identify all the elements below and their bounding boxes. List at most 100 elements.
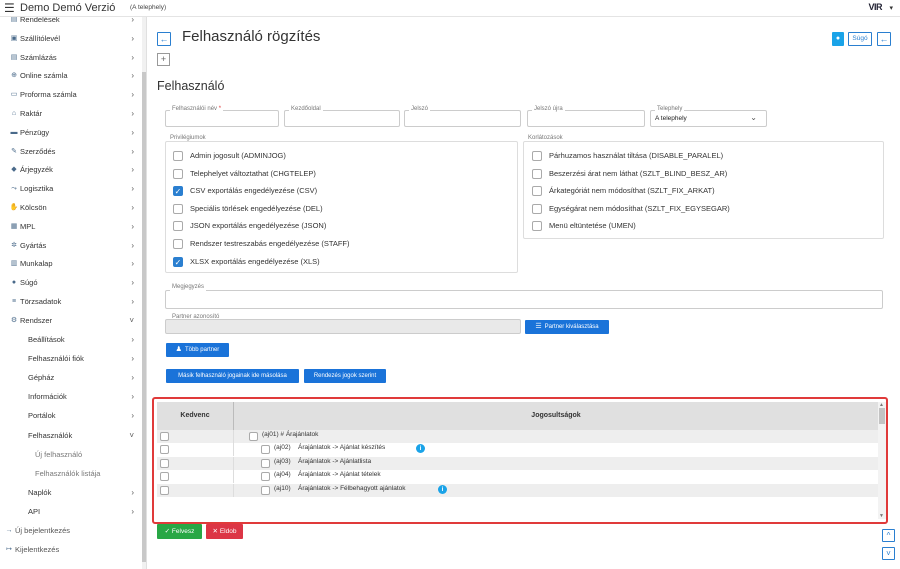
sidebar-subitem[interactable]: Portálok ›: [0, 407, 140, 425]
sidebar-subsubitem[interactable]: Felhasználók listája: [0, 465, 140, 483]
sidebar-subitem[interactable]: Információk ›: [0, 388, 140, 406]
restriction-checkbox[interactable]: [532, 186, 542, 197]
sidebar-item-label: Új bejelentkezés: [15, 525, 71, 535]
restriction-checkbox[interactable]: [532, 221, 542, 232]
scroll-bottom-button[interactable]: ˅: [882, 547, 895, 560]
sidebar-item[interactable]: ◆ Árjegyzék ›: [0, 161, 140, 179]
sidebar-item[interactable]: ↦ Kijelentkezés: [0, 541, 140, 559]
privilege-checkbox[interactable]: [173, 151, 183, 161]
privilege-checkbox[interactable]: [173, 168, 183, 179]
sidebar-item-label: Munkalap: [20, 259, 53, 269]
back-button[interactable]: ←: [157, 32, 171, 46]
privilege-checkbox[interactable]: [173, 203, 183, 214]
favorite-checkbox[interactable]: [160, 458, 169, 468]
privilege-checkbox[interactable]: ✓: [173, 256, 183, 267]
sidebar-subitem-label: Beállítások: [28, 334, 65, 344]
sidebar-scrollbar-thumb[interactable]: [142, 72, 146, 562]
chat-icon[interactable]: ●: [832, 32, 844, 46]
more-partner-button[interactable]: ♟ Több partner: [166, 343, 229, 357]
sidebar-item[interactable]: ⚙ Rendszer ˅: [0, 312, 140, 330]
scroll-top-button[interactable]: ^: [882, 529, 895, 542]
copy-permissions-button[interactable]: Másik felhasználó jogainak ide másolása: [166, 369, 299, 383]
main-content: ← Felhasználó rögzítés ● Súgó ← + Felhas…: [148, 17, 900, 569]
sidebar-item[interactable]: ≡ Törzsadatok ›: [0, 293, 140, 311]
sidebar-scrollbar[interactable]: [142, 17, 146, 569]
add-button[interactable]: +: [157, 53, 170, 66]
privilege-checkbox[interactable]: [173, 239, 183, 249]
favorite-checkbox[interactable]: [160, 432, 169, 441]
route-icon: ⤳: [11, 185, 17, 193]
permission-checkbox[interactable]: [261, 445, 270, 455]
column-header-permissions[interactable]: Jogosultságok: [234, 402, 878, 430]
sidebar-item[interactable]: ▭ Proforma számla ›: [0, 86, 140, 104]
sidebar-item-label: Rendelések: [20, 17, 60, 24]
table-row: (aj10) Árajánlatok -> Félbehagyott ajánla…: [157, 483, 878, 497]
privilege-checkbox[interactable]: [173, 221, 183, 232]
sidebar-item[interactable]: ● Súgó ›: [0, 274, 140, 292]
favorite-checkbox[interactable]: [160, 472, 169, 482]
table-row: [157, 497, 878, 501]
sidebar-item[interactable]: ▦ MPL ›: [0, 218, 140, 236]
chevron-right-icon: ›: [131, 259, 134, 269]
info-icon[interactable]: i: [416, 444, 425, 454]
partner-select-button[interactable]: ☰ Partner kiválasztása: [525, 320, 609, 334]
sidebar-item[interactable]: ⤳ Logisztika ›: [0, 180, 140, 198]
favorite-checkbox[interactable]: [160, 485, 169, 495]
sidebar-item[interactable]: ✲ Gyártás ›: [0, 237, 140, 255]
sidebar-subitem[interactable]: API ›: [0, 503, 140, 521]
sidebar-item[interactable]: ⊕ Online számla ›: [0, 67, 140, 85]
scroll-down-arrow-icon[interactable]: ▼: [879, 513, 884, 519]
sidebar-item[interactable]: ▥ Munkalap ›: [0, 255, 140, 273]
chevron-right-icon: ›: [131, 165, 134, 175]
sidebar-subitem[interactable]: Felhasználói fiók ›: [0, 350, 140, 368]
user-plus-icon: ♟: [175, 346, 182, 353]
sort-permissions-button[interactable]: Rendezés jogok szerint: [304, 369, 386, 383]
sidebar-subsubitem[interactable]: Új felhasználó: [0, 446, 140, 464]
help-button[interactable]: Súgó: [848, 32, 872, 46]
partner-id-label: Partner azonosító: [172, 314, 220, 320]
back-button-right[interactable]: ←: [877, 32, 891, 46]
sidebar-item-label: MPL: [20, 221, 36, 231]
sidebar-subitem-label: API: [28, 506, 41, 516]
table-scrollbar[interactable]: ▲ ▼: [878, 402, 886, 519]
cancel-button[interactable]: ✕ Eldob: [206, 524, 243, 539]
sidebar-subitem-label: Gépház: [28, 373, 55, 382]
chevron-right-icon: ›: [131, 184, 134, 194]
cogs-icon: ✲: [11, 241, 17, 249]
sidebar-item[interactable]: ✋ Kölcsön ›: [0, 199, 140, 217]
privilege-checkbox[interactable]: ✓: [173, 186, 183, 197]
sidebar-item[interactable]: ✎ Szerződés ›: [0, 143, 140, 161]
favorite-checkbox[interactable]: [160, 445, 169, 455]
sidebar-item[interactable]: ▤ Számlázás ›: [0, 49, 140, 67]
sidebar-item[interactable]: ▤ Rendelések ›: [0, 17, 140, 29]
sidebar-item-label: Proforma számla: [20, 90, 77, 100]
save-button[interactable]: ✓ Felvesz: [157, 524, 202, 539]
sidebar-item[interactable]: → Új bejelentkezés: [0, 522, 140, 540]
restriction-checkbox[interactable]: [532, 151, 542, 161]
user-menu-chevron-icon[interactable]: ▾: [889, 4, 893, 12]
sidebar-item[interactable]: ▣ Szállítólevél ›: [0, 30, 140, 48]
permission-checkbox[interactable]: [261, 485, 270, 495]
permission-checkbox[interactable]: [261, 472, 270, 482]
note-field[interactable]: [165, 290, 883, 309]
sidebar-subitem[interactable]: Beállítások ›: [0, 331, 140, 349]
restriction-checkbox[interactable]: [532, 168, 542, 179]
system-icon: ⚙: [10, 316, 18, 324]
permission-checkbox[interactable]: [249, 432, 258, 441]
permission-code: (aj10): [274, 484, 291, 492]
table-scrollbar-thumb[interactable]: [879, 408, 885, 424]
column-header-favorite[interactable]: Kedvenc: [157, 402, 233, 430]
sidebar-item[interactable]: ⌂ Raktár ›: [0, 105, 140, 123]
restriction-checkbox[interactable]: [532, 203, 542, 214]
sidebar-subitem[interactable]: Gépház ›: [0, 369, 140, 387]
hamburger-menu-icon[interactable]: ☰: [4, 1, 15, 15]
column-divider: [233, 430, 234, 443]
sidebar-item[interactable]: ▬ Pénzügy ›: [0, 124, 140, 142]
partner-id-field[interactable]: [165, 319, 521, 334]
permission-checkbox[interactable]: [261, 458, 270, 468]
info-icon[interactable]: i: [438, 484, 447, 494]
sidebar-subitem[interactable]: Naplók ›: [0, 484, 140, 502]
vir-logo[interactable]: VIR: [868, 2, 882, 12]
sidebar-subitem[interactable]: Felhasználók ˅: [0, 427, 140, 445]
sidebar-item-label: Kijelentkezés: [15, 544, 60, 554]
